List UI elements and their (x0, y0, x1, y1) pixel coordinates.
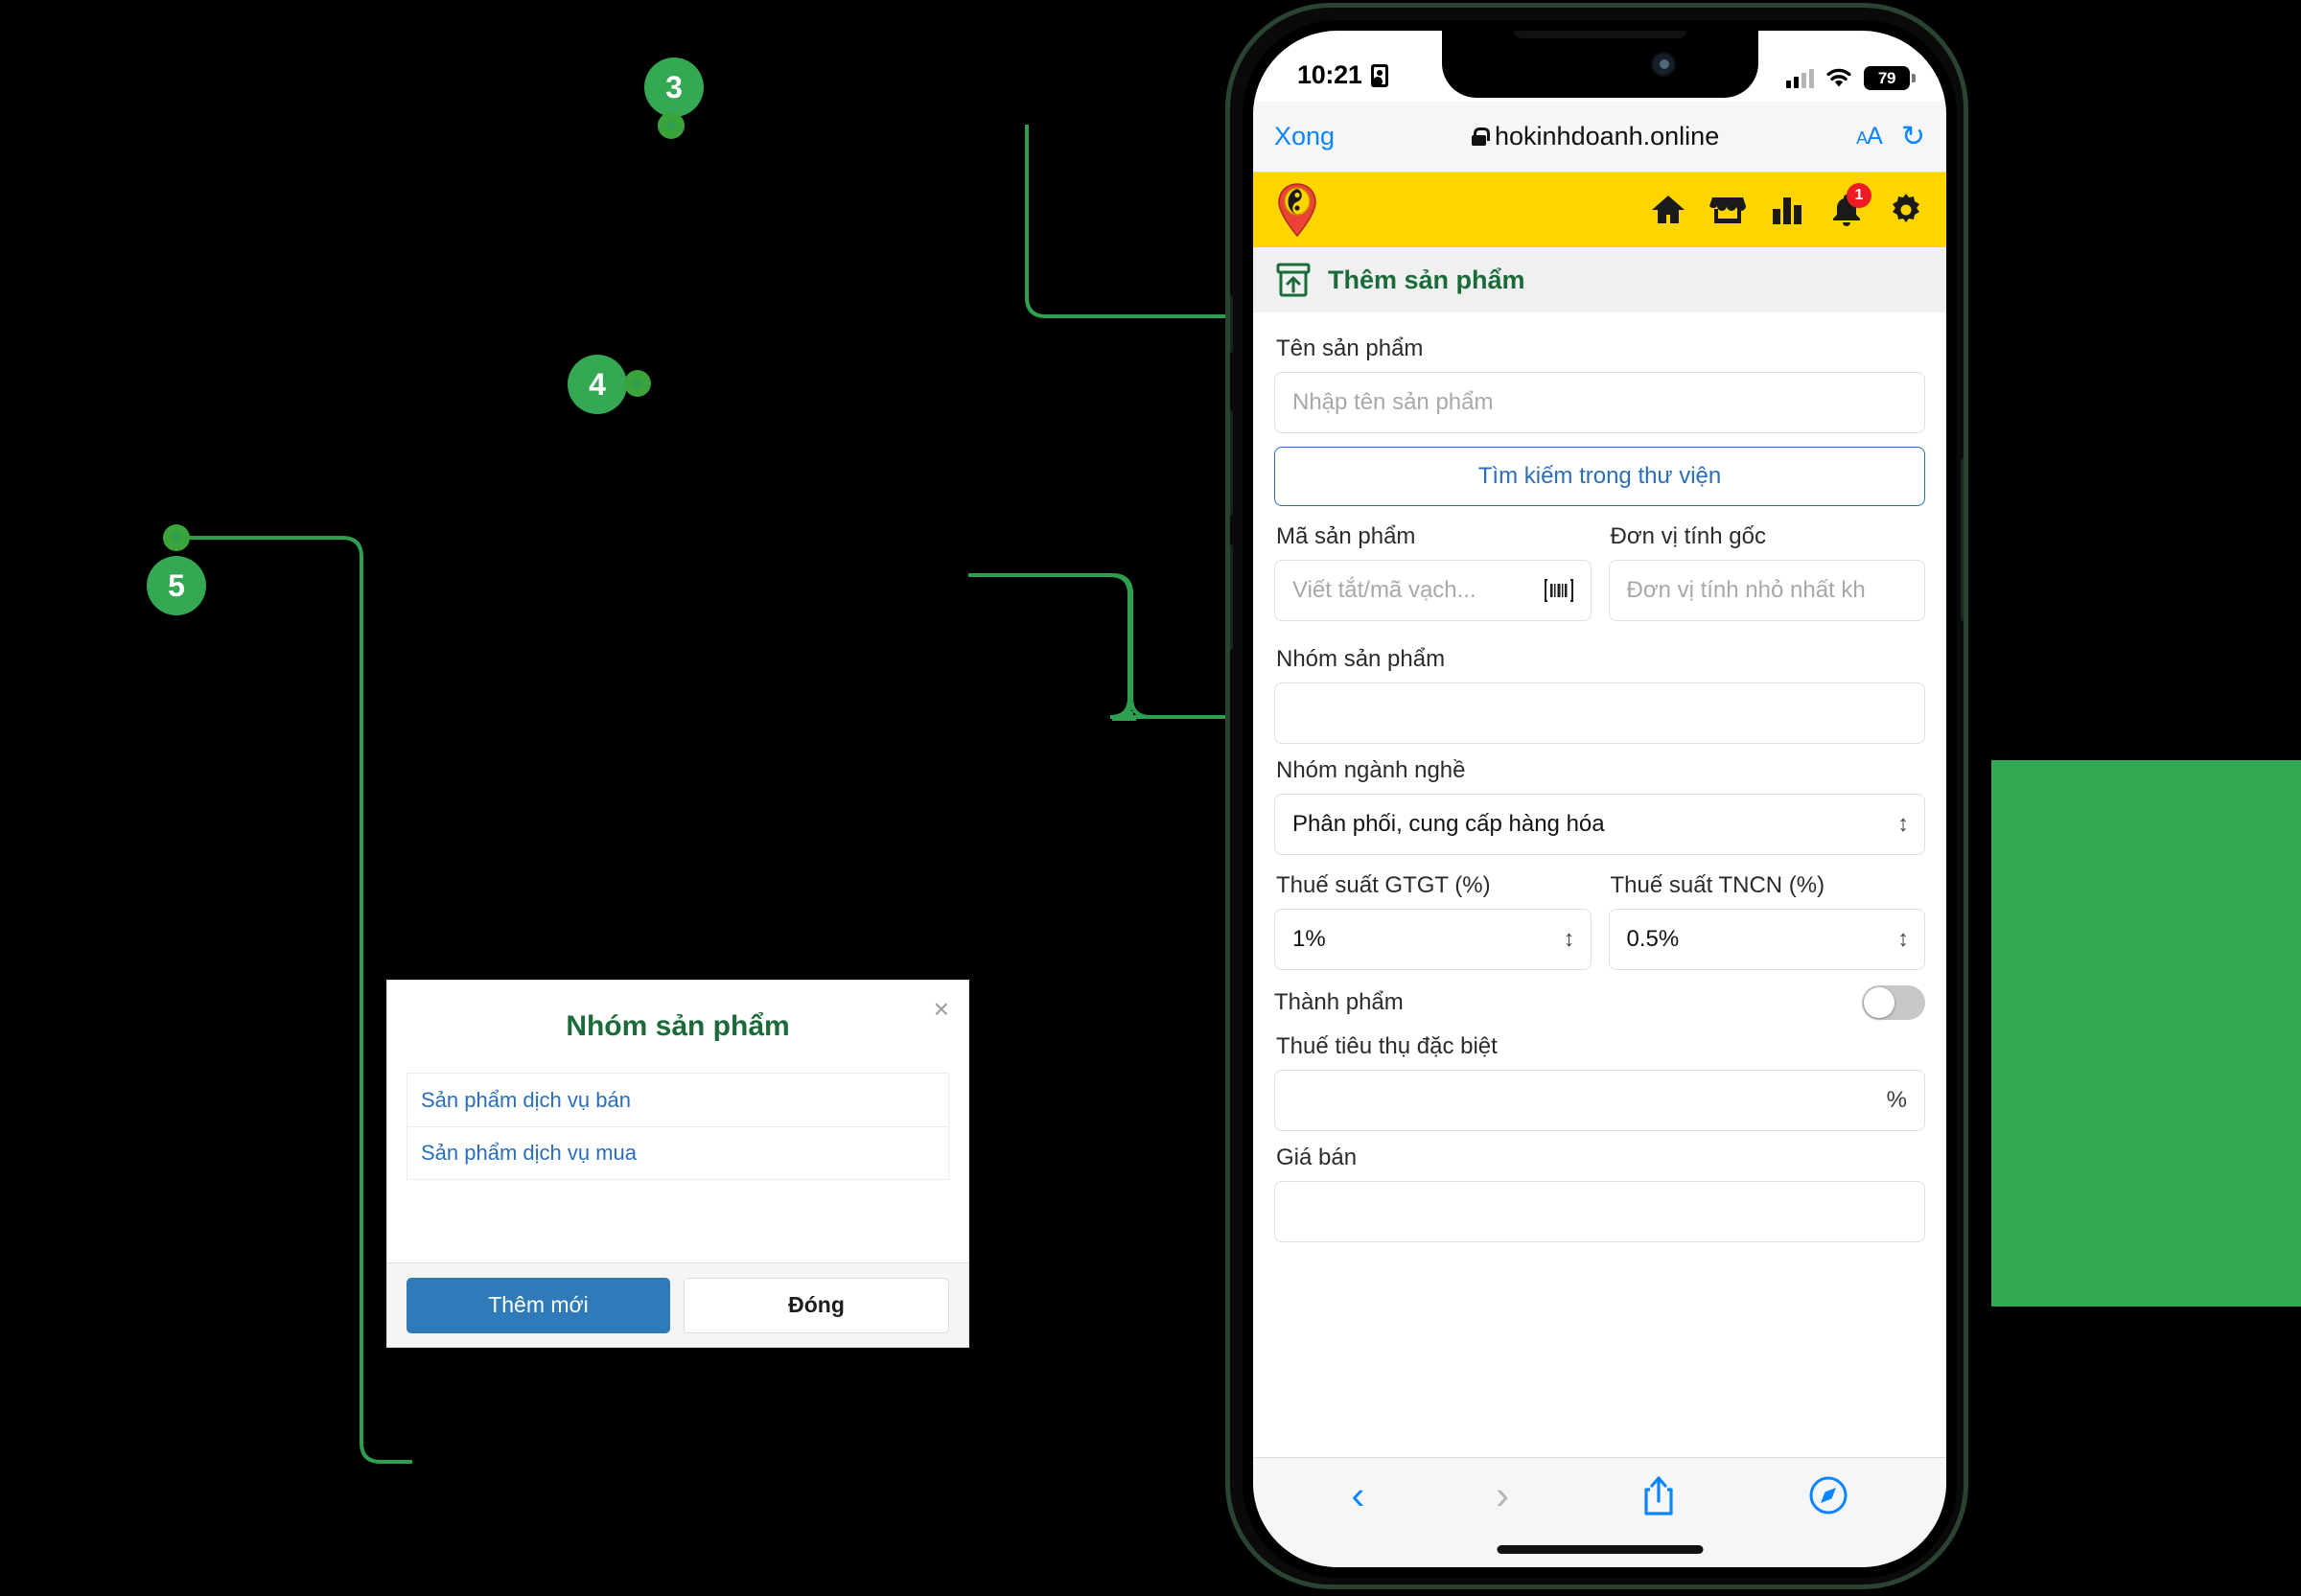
chart-bar-icon[interactable] (1768, 191, 1806, 229)
selling-price-input[interactable] (1274, 1181, 1925, 1242)
product-form: Tên sản phẩm Nhập tên sản phẩm Tìm kiếm … (1253, 312, 1946, 1457)
modal-footer: Thêm mới Đóng (387, 1262, 968, 1347)
front-camera-icon (1650, 52, 1676, 77)
annotation-anchor-3 (658, 112, 685, 139)
list-item[interactable]: Sản phẩm dịch vụ mua (407, 1126, 949, 1180)
modal-title: Nhóm sản phẩm (566, 1010, 790, 1042)
home-icon[interactable] (1649, 191, 1687, 229)
app-header: 1 (1253, 173, 1946, 247)
status-bar-left: 10:21 (1297, 60, 1388, 90)
product-code-input[interactable]: Viết tắt/mã vạch... (1274, 560, 1592, 621)
chevron-updown-icon: ↕ (1897, 811, 1909, 837)
product-group-modal: Nhóm sản phẩm × Sản phẩm dịch vụ bán Sản… (386, 980, 969, 1348)
finished-goods-label: Thành phẩm (1274, 989, 1404, 1015)
excise-tax-suffix: % (1886, 1087, 1907, 1113)
annotation-marker-3: 3 (644, 58, 704, 117)
close-button[interactable]: Đóng (684, 1277, 949, 1333)
battery-percent: 79 (1877, 68, 1896, 87)
compass-icon[interactable] (1808, 1475, 1848, 1522)
browser-url-text: hokinhdoanh.online (1495, 122, 1720, 150)
phone-bezel: 10:21 79 Xong hokinhdoanh.online AA ↻ 1 … (1243, 20, 1957, 1578)
chevron-left-icon[interactable]: ‹ (1351, 1475, 1364, 1515)
selling-price-label: Giá bán (1276, 1145, 1358, 1170)
base-unit-input[interactable]: Đơn vị tính nhỏ nhất kh (1608, 560, 1925, 621)
annotation-marker-5-number: 5 (168, 567, 185, 603)
text-size-button[interactable]: AA (1856, 123, 1883, 150)
browser-url-bar: Xong hokinhdoanh.online AA ↻ (1253, 102, 1946, 173)
add-new-button[interactable]: Thêm mới (407, 1277, 670, 1333)
annotation-marker-5: 5 (147, 556, 206, 615)
industry-group-label: Nhóm ngành nghề (1276, 757, 1466, 783)
browser-address-field[interactable]: hokinhdoanh.online (1335, 122, 1856, 151)
annotation-marker-4: 4 (568, 355, 627, 414)
chevron-updown-icon: ↕ (1897, 926, 1909, 952)
pit-select[interactable]: 0.5% ↕ (1608, 909, 1925, 970)
base-unit-placeholder: Đơn vị tính nhỏ nhất kh (1626, 577, 1866, 603)
vat-value: 1% (1292, 926, 1326, 952)
search-library-button[interactable]: Tìm kiếm trong thư viện (1274, 447, 1925, 506)
earpiece-speaker (1513, 31, 1686, 38)
map-pin-logo-icon[interactable] (1276, 182, 1318, 238)
industry-group-select[interactable]: Phân phối, cung cấp hàng hóa ↕ (1274, 794, 1925, 855)
base-unit-label: Đơn vị tính gốc (1610, 523, 1766, 549)
product-group-input[interactable] (1274, 682, 1925, 744)
store-icon[interactable] (1708, 191, 1747, 229)
notification-badge: 1 (1847, 183, 1871, 208)
status-bar-right: 79 (1786, 66, 1916, 90)
product-group-label: Nhóm sản phẩm (1276, 646, 1446, 672)
phone-device: 10:21 79 Xong hokinhdoanh.online AA ↻ 1 … (1225, 3, 1968, 1589)
modal-body: Sản phẩm dịch vụ bán Sản phẩm dịch vụ mu… (387, 1073, 968, 1262)
industry-group-value: Phân phối, cung cấp hàng hóa (1292, 811, 1605, 837)
display-notch (1441, 31, 1758, 98)
status-bar-time: 10:21 (1297, 60, 1362, 89)
gear-icon[interactable] (1887, 191, 1925, 229)
wifi-icon (1826, 68, 1851, 86)
annotation-marker-4-number: 4 (589, 366, 606, 402)
list-item[interactable]: Sản phẩm dịch vụ bán (407, 1073, 949, 1126)
bell-icon[interactable]: 1 (1827, 183, 1871, 229)
browser-done-button[interactable]: Xong (1274, 122, 1335, 151)
mute-switch[interactable] (1230, 295, 1233, 353)
volume-up-button[interactable] (1230, 410, 1233, 516)
box-upload-icon (1276, 263, 1311, 297)
cellular-signal-icon (1786, 68, 1814, 88)
chevron-updown-icon: ↕ (1563, 926, 1575, 952)
pit-label: Thuế suất TNCN (%) (1610, 872, 1825, 898)
excise-tax-input[interactable]: % (1274, 1070, 1925, 1131)
vat-label: Thuế suất GTGT (%) (1276, 872, 1491, 898)
page-title-bar: Thêm sản phẩm (1253, 247, 1946, 312)
chevron-right-icon[interactable]: › (1496, 1475, 1509, 1515)
pit-value: 0.5% (1626, 926, 1680, 952)
product-name-placeholder: Nhập tên sản phẩm (1292, 389, 1494, 415)
modal-header: Nhóm sản phẩm × (387, 981, 968, 1073)
product-name-label: Tên sản phẩm (1276, 335, 1424, 361)
annotation-marker-3-number: 3 (665, 69, 683, 104)
power-button[interactable] (1961, 458, 1964, 621)
product-code-label: Mã sản phẩm (1276, 523, 1416, 549)
annotation-anchor-5 (163, 524, 190, 551)
app-header-icons: 1 (1649, 183, 1925, 229)
screenshot-stage: 3 4 5 10:21 79 Xong hokinhdoanh.online A… (0, 0, 2301, 1596)
product-code-placeholder: Viết tắt/mã vạch... (1292, 577, 1476, 603)
close-icon[interactable]: × (934, 996, 949, 1023)
battery-indicator: 79 (1864, 66, 1916, 90)
vat-select[interactable]: 1% ↕ (1274, 909, 1592, 970)
barcode-scan-icon[interactable] (1544, 578, 1573, 603)
product-name-input[interactable]: Nhập tên sản phẩm (1274, 372, 1925, 433)
reload-icon[interactable]: ↻ (1901, 120, 1925, 153)
phone-screen: 10:21 79 Xong hokinhdoanh.online AA ↻ 1 … (1253, 31, 1946, 1567)
page-title: Thêm sản phẩm (1328, 265, 1525, 294)
id-card-icon (1370, 63, 1388, 87)
excise-tax-label: Thuế tiêu thụ đặc biệt (1276, 1033, 1498, 1059)
lock-icon (1472, 127, 1490, 146)
share-icon[interactable] (1640, 1475, 1677, 1524)
annotation-anchor-4 (624, 370, 651, 397)
finished-goods-row: Thành phẩm (1274, 985, 1925, 1020)
volume-down-button[interactable] (1230, 544, 1233, 650)
home-indicator (1497, 1545, 1703, 1554)
finished-goods-toggle[interactable] (1862, 985, 1925, 1020)
